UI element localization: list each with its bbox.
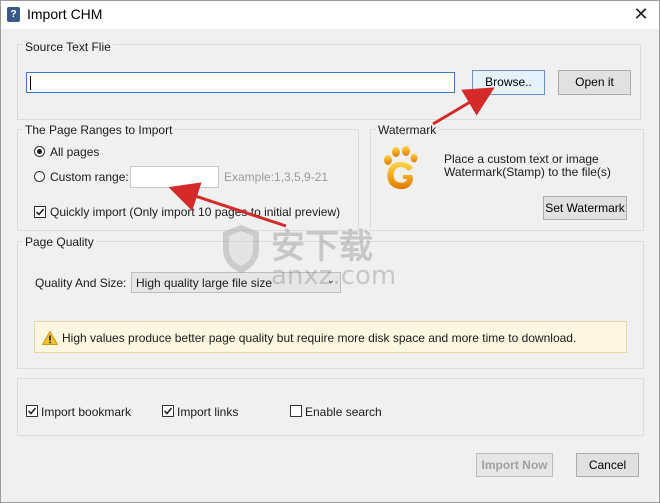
import-chm-dialog: ? Import CHM ✕ Source Text Flie Browse..… xyxy=(0,0,660,503)
all-pages-radio[interactable] xyxy=(34,146,45,157)
shield-logo-icon xyxy=(223,225,259,273)
watermark-group-title: Watermark xyxy=(376,123,439,137)
custom-range-input[interactable] xyxy=(130,166,219,188)
source-path-input[interactable] xyxy=(26,72,455,93)
open-it-button[interactable]: Open it xyxy=(558,70,631,95)
cancel-button[interactable]: Cancel xyxy=(576,453,639,477)
quality-notice: High values produce better page quality … xyxy=(34,321,627,353)
watermark-description-line2: Watermark(Stamp) to the file(s) xyxy=(444,165,611,179)
import-now-button[interactable]: Import Now xyxy=(476,453,553,477)
site-watermark-en: anxz.com xyxy=(271,261,397,291)
paw-logo-icon xyxy=(384,146,418,190)
page-quality-group-title: Page Quality xyxy=(23,235,96,249)
title-bar: ? Import CHM ✕ xyxy=(1,1,659,29)
set-watermark-button[interactable]: Set Watermark xyxy=(543,196,627,220)
custom-range-label[interactable]: Custom range: xyxy=(50,170,129,184)
page-ranges-group-title: The Page Ranges to Import xyxy=(23,123,175,137)
enable-search-checkbox[interactable] xyxy=(290,405,302,417)
quick-import-checkbox[interactable] xyxy=(34,206,46,218)
import-links-checkbox[interactable] xyxy=(162,405,174,417)
custom-range-radio[interactable] xyxy=(34,171,45,182)
checkmark-icon xyxy=(27,407,37,415)
quick-import-label[interactable]: Quickly import (Only import 10 pages to … xyxy=(50,205,340,219)
checkmark-icon xyxy=(35,208,45,216)
warning-icon xyxy=(42,331,58,345)
import-bookmark-checkbox[interactable] xyxy=(26,405,38,417)
source-file-group-title: Source Text Flie xyxy=(23,40,113,54)
window-title: Import CHM xyxy=(27,6,103,22)
close-icon[interactable]: ✕ xyxy=(631,3,651,25)
watermark-description-line1: Place a custom text or image xyxy=(444,152,599,166)
app-icon: ? xyxy=(7,7,20,22)
checkmark-icon xyxy=(163,407,173,415)
quality-notice-text: High values produce better page quality … xyxy=(62,331,577,345)
all-pages-label[interactable]: All pages xyxy=(50,145,99,159)
custom-range-example: Example:1,3,5,9-21 xyxy=(224,170,329,184)
enable-search-label[interactable]: Enable search xyxy=(305,405,382,419)
text-caret xyxy=(30,76,31,90)
quality-and-size-label: Quality And Size: xyxy=(35,276,127,290)
import-bookmark-label[interactable]: Import bookmark xyxy=(41,405,131,419)
import-links-label[interactable]: Import links xyxy=(177,405,238,419)
browse-button[interactable]: Browse.. xyxy=(472,70,545,95)
site-watermark: 安下载 anxz.com xyxy=(219,223,439,293)
